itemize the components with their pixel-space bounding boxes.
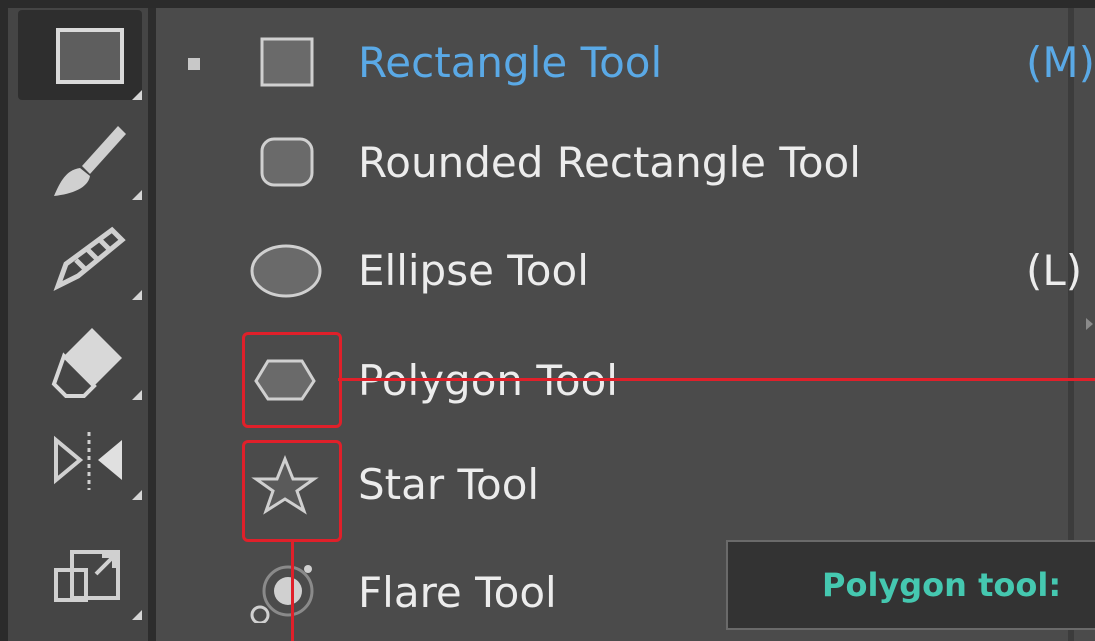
menu-item-label: Flare Tool (358, 568, 557, 617)
menu-item-label: Rounded Rectangle Tool (358, 138, 861, 187)
shaper-tool-button[interactable] (18, 210, 142, 300)
rectangle-icon (56, 28, 124, 84)
reflect-tool-button[interactable] (18, 410, 142, 500)
menu-item-shortcut: (M) (1026, 38, 1095, 87)
polygon-tool-callout: Polygon tool: (726, 540, 1095, 630)
scale-icon (54, 550, 120, 602)
menu-item-label: Star Tool (358, 460, 540, 509)
scale-tool-button[interactable] (18, 530, 142, 620)
flyout-indicator (132, 390, 142, 400)
ellipse-icon (250, 244, 322, 298)
rectangle-tool-button[interactable] (18, 10, 142, 100)
current-tool-bullet-icon (188, 58, 200, 70)
flyout-indicator (132, 190, 142, 200)
menu-item-label: Rectangle Tool (358, 38, 663, 87)
menu-item-rounded-rectangle-tool[interactable]: Rounded Rectangle Tool (156, 118, 1068, 208)
rectangle-icon (260, 37, 314, 87)
flyout-indicator (132, 90, 142, 100)
menu-item-label: Ellipse Tool (358, 246, 589, 295)
rounded-rectangle-icon (260, 137, 314, 187)
flyout-indicator (132, 610, 142, 620)
tearoff-arrow-icon[interactable] (1086, 318, 1093, 330)
pencil-icon (53, 226, 126, 292)
menu-item-shortcut: (L) (1026, 246, 1083, 295)
paintbrush-tool-button[interactable] (18, 110, 142, 200)
flyout-indicator (132, 290, 142, 300)
reflect-icon (54, 432, 122, 490)
panel-divider (148, 8, 156, 641)
eraser-icon (51, 328, 122, 398)
paintbrush-icon (54, 126, 126, 196)
star-icon-highlight (242, 440, 342, 542)
flare-icon (250, 565, 314, 623)
flyout-indicator (132, 490, 142, 500)
polygon-icon-highlight (242, 332, 342, 428)
callout-text: Polygon tool: (822, 566, 1062, 604)
menu-item-label: Polygon Tool (358, 356, 618, 405)
menu-item-ellipse-tool[interactable]: Ellipse Tool (L) (156, 226, 1082, 316)
star-callout-line (291, 539, 294, 641)
menu-item-rectangle-tool[interactable]: Rectangle Tool (M) (156, 18, 1095, 108)
polygon-callout-line (338, 378, 1095, 381)
eraser-tool-button[interactable] (18, 310, 142, 400)
